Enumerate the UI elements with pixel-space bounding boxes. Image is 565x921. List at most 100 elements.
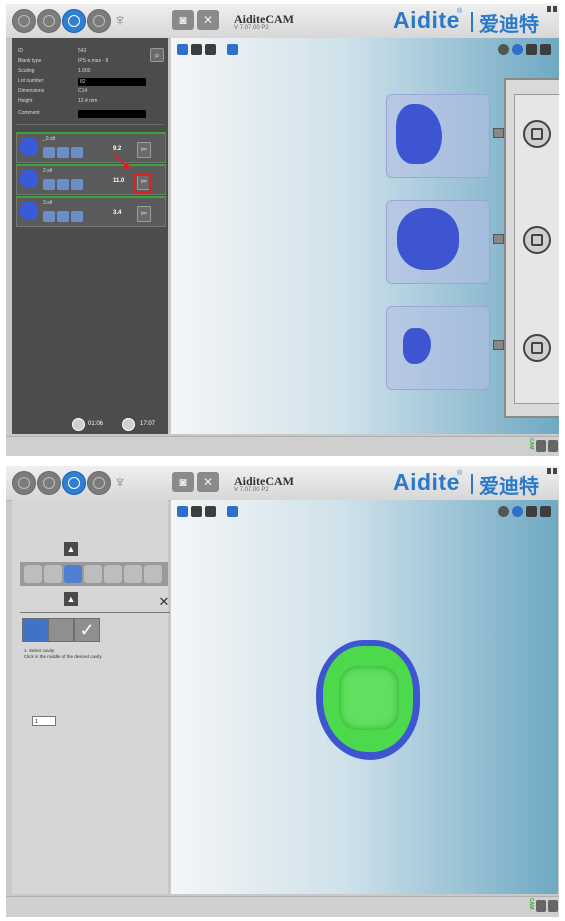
edit-icon[interactable]: ✂ <box>137 142 151 158</box>
status-button[interactable] <box>548 900 558 912</box>
magnifier-icon[interactable]: ⌕ <box>150 48 164 62</box>
view-tool-2[interactable] <box>191 44 202 55</box>
view-tool-4[interactable] <box>227 506 238 517</box>
elapsed-time: 01:06 <box>88 421 104 427</box>
highlight-box <box>133 174 151 194</box>
status-button[interactable] <box>536 440 546 452</box>
comment-field[interactable] <box>78 110 146 118</box>
file-name: 2.stl <box>43 168 53 174</box>
tool-circle-active[interactable] <box>62 9 86 33</box>
bolt-icon <box>523 226 551 254</box>
bolt-icon <box>523 334 551 362</box>
tool-circle-1[interactable] <box>12 9 36 33</box>
stage-icon-active[interactable] <box>64 565 82 583</box>
stage-icon[interactable] <box>104 565 122 583</box>
view-mode-2[interactable] <box>512 506 523 517</box>
select-cavity-button[interactable] <box>22 618 48 642</box>
instruction-title: 1. Select cavity <box>24 648 55 653</box>
status-bar: CAM <box>6 436 559 456</box>
camera-button[interactable]: ◙ <box>172 472 194 492</box>
tooth-thumbnail <box>20 138 38 156</box>
file-item[interactable]: _0.stl 9.2 ✂ <box>16 132 166 163</box>
red-arrow-icon <box>113 153 130 170</box>
brand-registered: ® <box>457 8 463 15</box>
camera-button[interactable]: ◙ <box>172 10 194 30</box>
window-button[interactable] <box>553 6 557 12</box>
file-value: 3.4 <box>113 210 122 216</box>
edit-icon[interactable]: ✂ <box>137 206 151 222</box>
view-mode-4[interactable] <box>540 506 551 517</box>
connector-pin <box>493 234 504 244</box>
view-tool-1[interactable] <box>177 506 188 517</box>
window-button[interactable] <box>553 468 557 474</box>
view-mode-2[interactable] <box>512 44 523 55</box>
connector-pin <box>493 340 504 350</box>
stage-icon[interactable] <box>144 565 162 583</box>
window-button[interactable] <box>547 6 551 12</box>
file-name: _0.stl <box>43 136 55 142</box>
confirm-check-icon[interactable]: ✓ <box>74 618 100 642</box>
instruction-text: Click in the middle of the desired cavit… <box>24 654 102 659</box>
lot-number-field[interactable]: 82 <box>78 78 146 86</box>
view-tool-3[interactable] <box>205 44 216 55</box>
wrench-button[interactable]: ✕ <box>197 472 219 492</box>
job-info-panel: ID 543 Blank type IPS e.max - 8 Scaling 1.0… <box>12 38 168 434</box>
3d-viewport[interactable] <box>171 38 559 434</box>
view-tool-2[interactable] <box>191 506 202 517</box>
stage-icon[interactable] <box>84 565 102 583</box>
tooth-icon[interactable]: ♆ <box>111 9 129 31</box>
cavity-operation-row: ✓ <box>22 618 106 642</box>
close-icon[interactable]: ✕ <box>158 595 170 608</box>
file-item[interactable]: 3.stl 3.4 ✂ <box>16 196 166 227</box>
divider <box>20 612 170 613</box>
tool-circle-active[interactable] <box>62 471 86 495</box>
window-button[interactable] <box>547 468 551 474</box>
brand-logo: Aidite <box>393 469 460 495</box>
stage-icon[interactable] <box>124 565 142 583</box>
brand-chinese: 爱迪特 <box>479 14 539 36</box>
tooth-icon[interactable]: ♆ <box>111 471 129 493</box>
tool-circle-1[interactable] <box>12 471 36 495</box>
tooth-thumbnail <box>20 202 38 220</box>
remaining-time: 17:07 <box>140 421 156 427</box>
view-mode-4[interactable] <box>540 44 551 55</box>
screen-job-overview: ♆ ◙ ✕ AiditeCAM V 7.07.00 P2 Aidite ® 爱迪… <box>6 4 559 456</box>
status-button[interactable] <box>548 440 558 452</box>
up-arrow-button[interactable]: ▲ <box>64 592 78 606</box>
top-toolbar: ♆ ◙ ✕ AiditeCAM V 7.07.00 P2 Aidite ® 爱迪… <box>6 466 559 501</box>
view-mode-1[interactable] <box>498 506 509 517</box>
file-tool-icons[interactable] <box>43 209 89 222</box>
blank-holder <box>504 78 559 418</box>
cavity-tool-panel: ▲ ▲ ✕ ✓ 1. Select cavity Click in the mi… <box>12 500 170 894</box>
tool-circle-3[interactable] <box>87 9 111 33</box>
stage-icon[interactable] <box>44 565 62 583</box>
view-mode-1[interactable] <box>498 44 509 55</box>
brand-divider <box>471 474 473 494</box>
view-tool-4[interactable] <box>227 44 238 55</box>
up-arrow-button[interactable]: ▲ <box>64 542 78 556</box>
status-button[interactable] <box>536 900 546 912</box>
view-mode-3[interactable] <box>526 44 537 55</box>
timer-icon <box>122 418 135 431</box>
view-mode-3[interactable] <box>526 506 537 517</box>
tool-circle-3[interactable] <box>87 471 111 495</box>
blank-block <box>386 306 490 390</box>
file-tool-icons[interactable] <box>43 145 89 158</box>
3d-viewport[interactable] <box>171 500 558 894</box>
file-name: 3.stl <box>43 200 53 206</box>
file-tool-icons[interactable] <box>43 177 89 190</box>
tool-circle-2[interactable] <box>37 471 61 495</box>
tool-circle-2[interactable] <box>37 9 61 33</box>
stage-icon[interactable] <box>24 565 42 583</box>
count-input[interactable]: 1 <box>32 716 56 726</box>
view-tool-1[interactable] <box>177 44 188 55</box>
top-toolbar: ♆ ◙ ✕ AiditeCAM V 7.07.00 P2 Aidite ® 爱迪… <box>6 4 559 39</box>
brand-registered: ® <box>457 470 463 477</box>
workflow-stage-strip <box>20 562 168 586</box>
wrench-button[interactable]: ✕ <box>197 10 219 30</box>
view-tool-3[interactable] <box>205 506 216 517</box>
brand-logo: Aidite <box>393 7 460 33</box>
tooth-model <box>397 208 459 270</box>
status-bar: CAM <box>6 896 559 917</box>
cavity-option-button[interactable] <box>48 618 74 642</box>
